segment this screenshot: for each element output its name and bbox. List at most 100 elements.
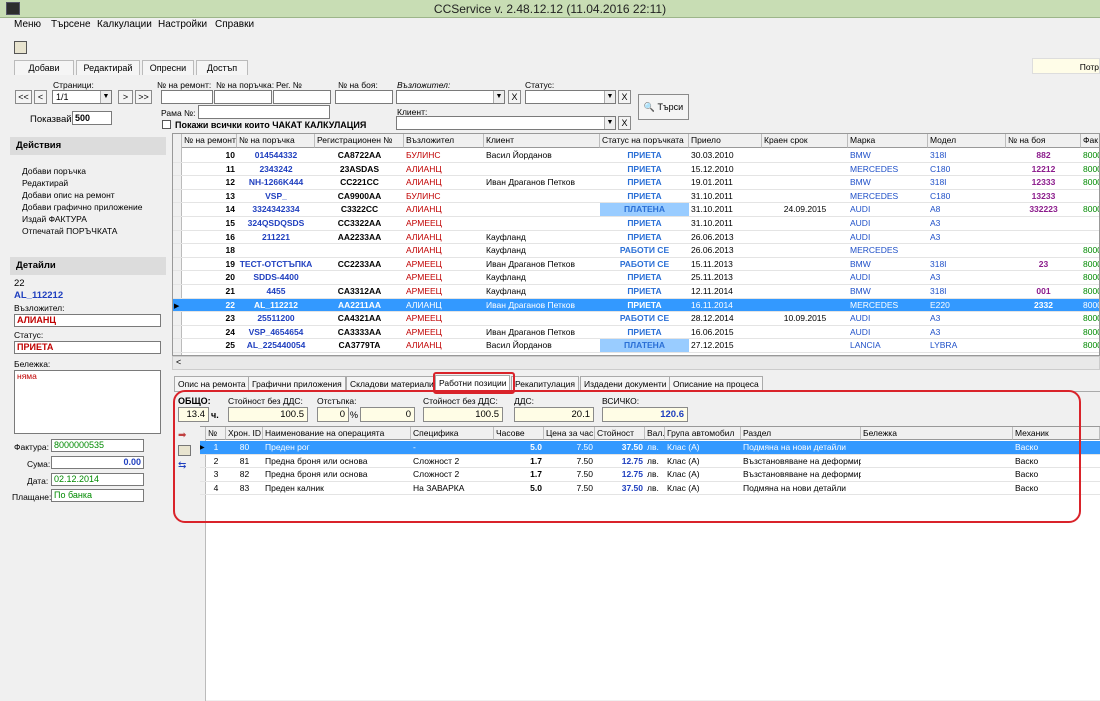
client-select[interactable]: ▼ (396, 116, 616, 130)
cell-invoice: 8000 (1083, 286, 1099, 296)
cell-paint-no: 12333 (1031, 177, 1056, 188)
add-button[interactable]: Добави (14, 60, 74, 75)
action-add-order[interactable]: Добави поръчка (22, 166, 86, 176)
col-header-model[interactable]: Модел (928, 134, 1006, 148)
cell-invoice: 8000 (1083, 313, 1099, 324)
table-row[interactable]: 13 VSP_ CA9900AA БУЛИНС ПРИЕТА 31.10.2011 MERC… (173, 190, 1099, 204)
table-row[interactable]: 11 2343242 23ASDAS АЛИАНЦ ПРИЕТА 15.12.2010 ME… (173, 163, 1099, 177)
date-label: Дата: (27, 476, 49, 486)
search-button[interactable]: 🔍 Търси (638, 94, 689, 120)
action-edit[interactable]: Редактирай (22, 178, 68, 188)
cell-deadline (762, 231, 848, 244)
prev-page-button[interactable]: < (34, 90, 47, 104)
action-add-graphic[interactable]: Добави графично приложение (22, 202, 142, 212)
menu-item-menu[interactable]: Меню (14, 19, 41, 30)
cell-assignor: БУЛИНС (406, 190, 441, 201)
tab-graphic-attachments[interactable]: Графични приложения (248, 376, 346, 391)
print-icon[interactable] (14, 41, 27, 54)
cell-assignor: АЛИАНЦ (406, 163, 442, 174)
refresh-button[interactable]: Опресни (142, 60, 194, 75)
col-header-assignor[interactable]: Възложител (404, 134, 484, 148)
table-row[interactable]: 23 25511200 CA4321AA АРМЕЕЦ РАБОТИ СЕ 28.12.2… (173, 312, 1099, 326)
horizontal-scrollbar[interactable]: < (172, 356, 1100, 370)
menu-item-reports[interactable]: Справки (215, 19, 254, 30)
chevron-down-icon[interactable]: ▼ (604, 117, 615, 129)
cell-client: Кауфланд (486, 245, 526, 256)
tab-issued-documents[interactable]: Издадени документи (580, 376, 671, 391)
col-header-status[interactable]: Статус на поръчката (600, 134, 689, 148)
cell-accepted: 30.03.2010 (691, 150, 734, 160)
menu-item-calculations[interactable]: Калкулации (97, 19, 152, 30)
cell-client: Кауфланд (486, 286, 526, 296)
col-header-client[interactable]: Клиент (484, 134, 600, 148)
cell-client: Иван Драганов Петков (486, 177, 575, 188)
chevron-down-icon[interactable]: ▼ (100, 91, 111, 103)
current-row-icon: ▶ (174, 302, 180, 310)
access-button[interactable]: Достъп (196, 60, 248, 75)
col-header-brand[interactable]: Марка (848, 134, 928, 148)
tab-process-description[interactable]: Описание на процеса (669, 376, 763, 391)
menu-item-search[interactable]: Търсене (51, 19, 91, 30)
first-page-button[interactable]: << (15, 90, 32, 104)
waiting-checkbox[interactable] (162, 120, 171, 129)
col-header-accepted[interactable]: Приело (689, 134, 762, 148)
menu-item-settings[interactable]: Настройки (158, 19, 207, 30)
table-row[interactable]: 19 ТЕСТ-ОТСТЪПКА CC2233AA АРМЕЕЦ Иван Драган… (173, 258, 1099, 272)
orders-table[interactable]: № на ремонт № на поръчка Регистрационен … (172, 133, 1100, 356)
col-header-paint-no[interactable]: № на боя (1006, 134, 1081, 148)
cell-accepted: 31.10.2011 (691, 218, 733, 228)
cell-invoice: 8000 (1083, 150, 1099, 160)
tab-warehouse-materials[interactable]: Складови материали (346, 376, 438, 391)
last-page-button[interactable]: >> (135, 90, 152, 104)
clear-client-button[interactable]: X (618, 116, 631, 130)
table-row[interactable]: 18 АЛИАНЦ Кауфланд РАБОТИ СЕ 26.06.2013 MERCE… (173, 244, 1099, 258)
assignor-select[interactable]: ▼ (396, 90, 505, 104)
cell-assignor: АРМЕЕЦ (406, 218, 442, 228)
table-row[interactable]: 20 SDDS-4400 АРМЕЕЦ Кауфланд ПРИЕТА 25.11.201… (173, 271, 1099, 285)
paint-no-input[interactable] (335, 90, 393, 104)
col-header-deadline[interactable]: Краен срок (762, 134, 848, 148)
cell-order-no: 211221 (262, 231, 290, 242)
clear-assignor-button[interactable]: X (508, 90, 521, 104)
table-row[interactable]: ▶ 22 AL_112212 AA2211AA АЛИАНЦ Иван Драганов … (173, 298, 1099, 313)
status-select[interactable]: ▼ (525, 90, 616, 104)
table-row[interactable]: 24 VSP_4654654 CA3333AA АРМЕЕЦ Иван Драганов… (173, 326, 1099, 340)
page-select[interactable]: 1/1 ▼ (52, 90, 112, 104)
edit-button[interactable]: Редактирай (76, 60, 140, 75)
tab-repair-description[interactable]: Опис на ремонта (174, 376, 250, 391)
next-page-button[interactable]: > (118, 90, 133, 104)
cell-status: РАБОТИ СЕ (619, 258, 670, 269)
cell-assignor: АЛИАНЦ (406, 245, 442, 256)
table-row[interactable]: 16 211221 AA2233AA АЛИАНЦ Кауфланд ПРИЕТА 26.0… (173, 231, 1099, 245)
cell-model: A3 (930, 231, 941, 242)
col-header-invoice[interactable]: Фак (1081, 134, 1099, 148)
table-row[interactable]: 10 014544332 CA8722AA БУЛИНС Васил Йорданов П… (173, 149, 1099, 163)
repair-no-input[interactable] (161, 90, 213, 104)
table-row[interactable]: 15 324QSDQSDS CC3322AA АРМЕЕЦ ПРИЕТА 31.10.20… (173, 217, 1099, 231)
action-add-repair[interactable]: Добави опис на ремонт (22, 190, 115, 200)
table-row[interactable]: 21 4455 CA3312AA АРМЕЕЦ Кауфланд ПРИЕТА 12.11.… (173, 285, 1099, 299)
action-issue-invoice[interactable]: Издай ФАКТУРА (22, 214, 87, 224)
clear-status-button[interactable]: X (618, 90, 631, 104)
show-count-input[interactable]: 500 (72, 111, 112, 125)
cell-order-no: 014544332 (254, 150, 298, 160)
table-row[interactable]: 25 AL_225440054 CA3779TA АЛИАНЦ Васил Йордан… (173, 339, 1099, 353)
action-print-order[interactable]: Отпечатай ПОРЪЧКАТА (22, 226, 117, 236)
frame-input[interactable] (198, 105, 330, 119)
chevron-down-icon[interactable]: ▼ (604, 91, 615, 103)
cell-assignor: АЛИАНЦ (406, 177, 442, 188)
tab-recapitulation[interactable]: Рекапитулация (511, 376, 579, 391)
payment-value: По банка (51, 489, 144, 502)
col-header-repair-no[interactable]: № на ремонт (182, 134, 237, 148)
chevron-down-icon[interactable]: ▼ (493, 91, 504, 103)
cell-reg-no: AA2233AA (337, 231, 382, 242)
reg-no-input[interactable] (273, 90, 331, 104)
order-no-input[interactable] (214, 90, 272, 104)
scroll-left-icon[interactable]: < (176, 357, 181, 367)
cell-repair-no: 15 (225, 218, 235, 228)
table-row[interactable]: 12 NH-1266K444 CC221CC АЛИАНЦ Иван Драганов … (173, 176, 1099, 190)
col-header-reg-no[interactable]: Регистрационен № (315, 134, 404, 148)
cell-accepted: 15.12.2010 (691, 163, 734, 174)
table-row[interactable]: 14 3324342334 C3322CC АЛИАНЦ ПЛАТЕНА 31.10.20… (173, 203, 1099, 217)
col-header-order-no[interactable]: № на поръчка (237, 134, 315, 148)
